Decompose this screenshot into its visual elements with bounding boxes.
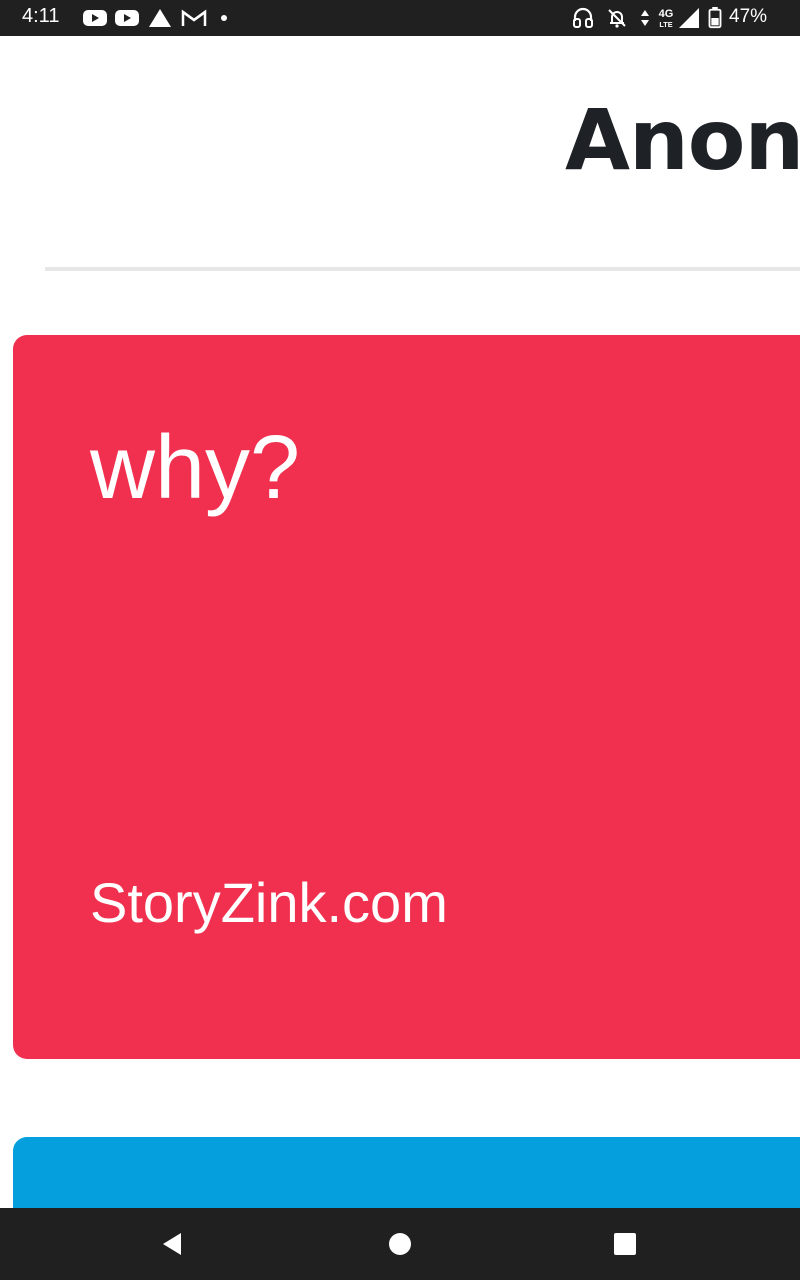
web-content[interactable]: Anon why? StoryZink.com [0,36,800,1208]
card-site-text: StoryZink.com [90,871,448,934]
data-arrows-icon [641,10,649,26]
home-button[interactable] [382,1226,418,1262]
headset-icon [573,7,593,28]
card-question-text: why? [90,418,301,518]
status-bar: 4:11 4G LTE 47% [0,0,800,36]
battery-percent: 47% [729,6,768,27]
status-time: 4:11 [22,5,60,27]
notifications-off-icon [608,9,626,28]
svg-text:4G: 4G [659,8,674,20]
gmail-icon [181,9,207,26]
back-icon [163,1233,181,1255]
youtube-icon [115,10,139,26]
divider [45,267,800,271]
recents-icon [614,1233,636,1255]
signal-icon [679,8,699,28]
next-card[interactable] [13,1137,800,1208]
drive-icon [149,9,171,27]
back-button[interactable] [154,1226,190,1262]
4g-lte-icon: 4G LTE [659,8,674,29]
recents-button[interactable] [607,1226,643,1262]
svg-text:LTE: LTE [659,20,672,29]
battery-icon [708,7,722,29]
dot-icon [221,15,227,21]
youtube-icon [83,10,107,26]
home-icon [389,1233,411,1255]
navigation-bar [0,1208,800,1280]
question-card[interactable]: why? StoryZink.com [13,335,800,1059]
page-title: Anon [565,91,800,189]
